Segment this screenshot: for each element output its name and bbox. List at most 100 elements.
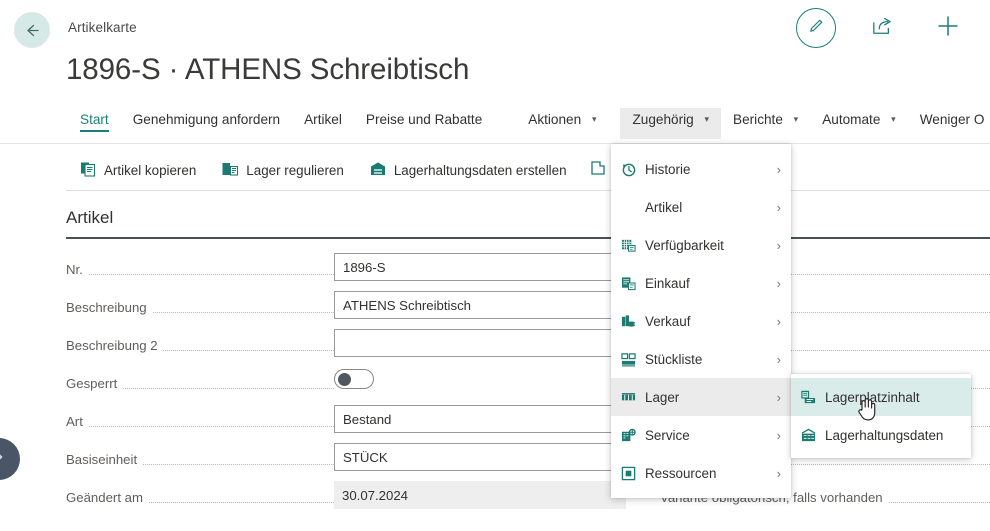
tab-automate[interactable]: Automate ▾ <box>822 108 896 136</box>
chevron-down-icon: ▾ <box>793 114 799 124</box>
menu-item-label: Stückliste <box>645 351 703 367</box>
field-label: Geändert am <box>66 490 148 505</box>
create-stockkeeping-icon <box>370 161 386 180</box>
tab-label: Zugehörig <box>632 112 694 127</box>
field-beschreibung-2-input[interactable] <box>334 329 626 357</box>
chevron-down-icon: ▾ <box>591 114 597 124</box>
menu-item-verkauf[interactable]: Verkauf › <box>611 302 791 340</box>
field-beschreibung-2: Beschreibung 2 <box>66 328 626 366</box>
menu-item-label: Historie <box>645 161 691 177</box>
page-title: 1896-S · ATHENS Schreibtisch <box>66 53 470 86</box>
share-button[interactable] <box>862 8 902 48</box>
menu-item-service[interactable]: Service › <box>611 416 791 454</box>
submenu-item-lagerhaltungsdaten[interactable]: Lagerhaltungsdaten <box>791 416 971 454</box>
pencil-icon <box>807 17 825 40</box>
field-beschreibung: Beschreibung ATHENS Schreibtisch <box>66 290 626 328</box>
menu-item-lager[interactable]: Lager › <box>611 378 791 416</box>
new-button[interactable] <box>928 8 968 48</box>
leader-dots <box>66 274 334 275</box>
command-lager-regulieren[interactable]: Lager regulieren <box>222 161 344 180</box>
copy-item-icon <box>80 161 96 180</box>
stockkeeping-unit-icon <box>801 428 823 443</box>
tab-label: Automate <box>822 112 881 127</box>
availability-icon <box>621 238 643 253</box>
tab-berichte[interactable]: Berichte ▾ <box>733 108 798 136</box>
leader-dots <box>66 426 334 427</box>
top-actions <box>796 8 968 48</box>
chevron-right-icon <box>0 450 6 469</box>
business-central-item-card: Artikelkarte 1896-S · ATHENS Schreibtisc… <box>0 0 990 531</box>
section-title: Artikel <box>66 208 114 227</box>
field-value: 1896-S <box>343 259 386 275</box>
field-label: Beschreibung <box>66 300 152 315</box>
field-value: ATHENS Schreibtisch <box>343 297 472 313</box>
command-bar: Artikel kopieren Lager regulieren Lagerh… <box>0 152 990 188</box>
purchase-icon <box>621 276 643 291</box>
sales-icon <box>621 314 643 329</box>
breadcrumb[interactable]: Artikelkarte <box>68 20 137 35</box>
history-icon <box>621 162 643 177</box>
menu-item-einkauf[interactable]: Einkauf › <box>611 264 791 302</box>
command-label: Artikel kopieren <box>104 162 197 178</box>
lager-submenu: Lagerplatzinhalt Lagerhaltungsdaten <box>791 374 971 458</box>
menu-item-ressourcen[interactable]: Ressourcen › <box>611 454 791 492</box>
field-basiseinheit: Basiseinheit STÜCK <box>66 442 626 480</box>
submenu-item-label: Lagerhaltungsdaten <box>825 427 944 443</box>
field-geaendert-am-value: 30.07.2024 <box>334 481 626 509</box>
menu-item-label: Verfügbarkeit <box>645 237 724 253</box>
menu-item-verfuegbarkeit[interactable]: Verfügbarkeit › <box>611 226 791 264</box>
menu-item-stueckliste[interactable]: Stückliste › <box>611 340 791 378</box>
zugehoerig-dropdown-menu: Historie › Artikel › Verfügbarkeit › Ein… <box>611 144 791 498</box>
tab-label: Artikel <box>304 112 342 127</box>
chevron-right-icon: › <box>776 161 781 177</box>
menu-item-label: Einkauf <box>645 275 690 291</box>
submenu-item-lagerplatzinhalt[interactable]: Lagerplatzinhalt <box>791 378 971 416</box>
resources-icon <box>621 466 643 481</box>
tab-artikel[interactable]: Artikel <box>304 108 342 136</box>
field-value: STÜCK <box>343 449 388 465</box>
tab-zugehoerig[interactable]: Zugehörig ▾ <box>620 108 722 139</box>
field-beschreibung-input[interactable]: ATHENS Schreibtisch <box>334 291 626 319</box>
expand-pane-button[interactable] <box>0 438 20 480</box>
edit-pencil-button[interactable] <box>796 8 836 48</box>
field-label: Gesperrt <box>66 376 123 391</box>
warehouse-icon <box>621 390 643 405</box>
menu-item-label: Verkauf <box>645 313 691 329</box>
menu-item-label: Lager <box>645 389 680 405</box>
field-label: Beschreibung 2 <box>66 338 163 353</box>
tab-aktionen[interactable]: Aktionen ▾ <box>528 108 596 136</box>
command-bar-divider <box>66 190 990 191</box>
service-icon <box>621 428 643 443</box>
back-button[interactable] <box>14 12 50 48</box>
top-bar: Artikelkarte <box>0 0 990 58</box>
field-art-input[interactable]: Bestand <box>334 405 626 433</box>
chevron-right-icon: › <box>776 199 781 215</box>
plus-icon <box>936 14 960 43</box>
tab-ribbon: Start Genehmigung anfordern Artikel Prei… <box>0 108 990 144</box>
chevron-right-icon: › <box>776 351 781 367</box>
share-icon <box>871 16 893 41</box>
ribbon-divider <box>0 143 990 144</box>
command-lagerhaltungsdaten-erstellen[interactable]: Lagerhaltungsdaten erstellen <box>370 161 567 180</box>
tab-label: Aktionen <box>528 112 582 127</box>
command-artikel-kopieren[interactable]: Artikel kopieren <box>80 161 196 180</box>
section-rule <box>66 237 990 239</box>
tab-weniger-optionen[interactable]: Weniger O <box>920 108 985 136</box>
chevron-right-icon: › <box>776 313 781 329</box>
menu-item-label: Ressourcen <box>645 465 717 481</box>
field-art: Art Bestand <box>66 404 626 442</box>
tab-start[interactable]: Start <box>80 108 109 136</box>
partially-hidden-command-icon <box>590 160 606 181</box>
menu-item-historie[interactable]: Historie › <box>611 150 791 188</box>
tab-genehmigung-anfordern[interactable]: Genehmigung anfordern <box>133 108 280 136</box>
field-label: Art <box>66 414 88 429</box>
menu-item-artikel[interactable]: Artikel › <box>611 188 791 226</box>
field-nr-input[interactable]: 1896-S <box>334 253 626 281</box>
tab-preise-und-rabatte[interactable]: Preise und Rabatte <box>366 108 482 136</box>
field-gesperrt-toggle[interactable] <box>334 369 374 389</box>
command-label: Lager regulieren <box>246 162 344 178</box>
field-nr: Nr. 1896-S <box>66 252 626 290</box>
chevron-right-icon: › <box>776 465 781 481</box>
field-basiseinheit-input[interactable]: STÜCK <box>334 443 626 471</box>
chevron-right-icon: › <box>776 427 781 443</box>
